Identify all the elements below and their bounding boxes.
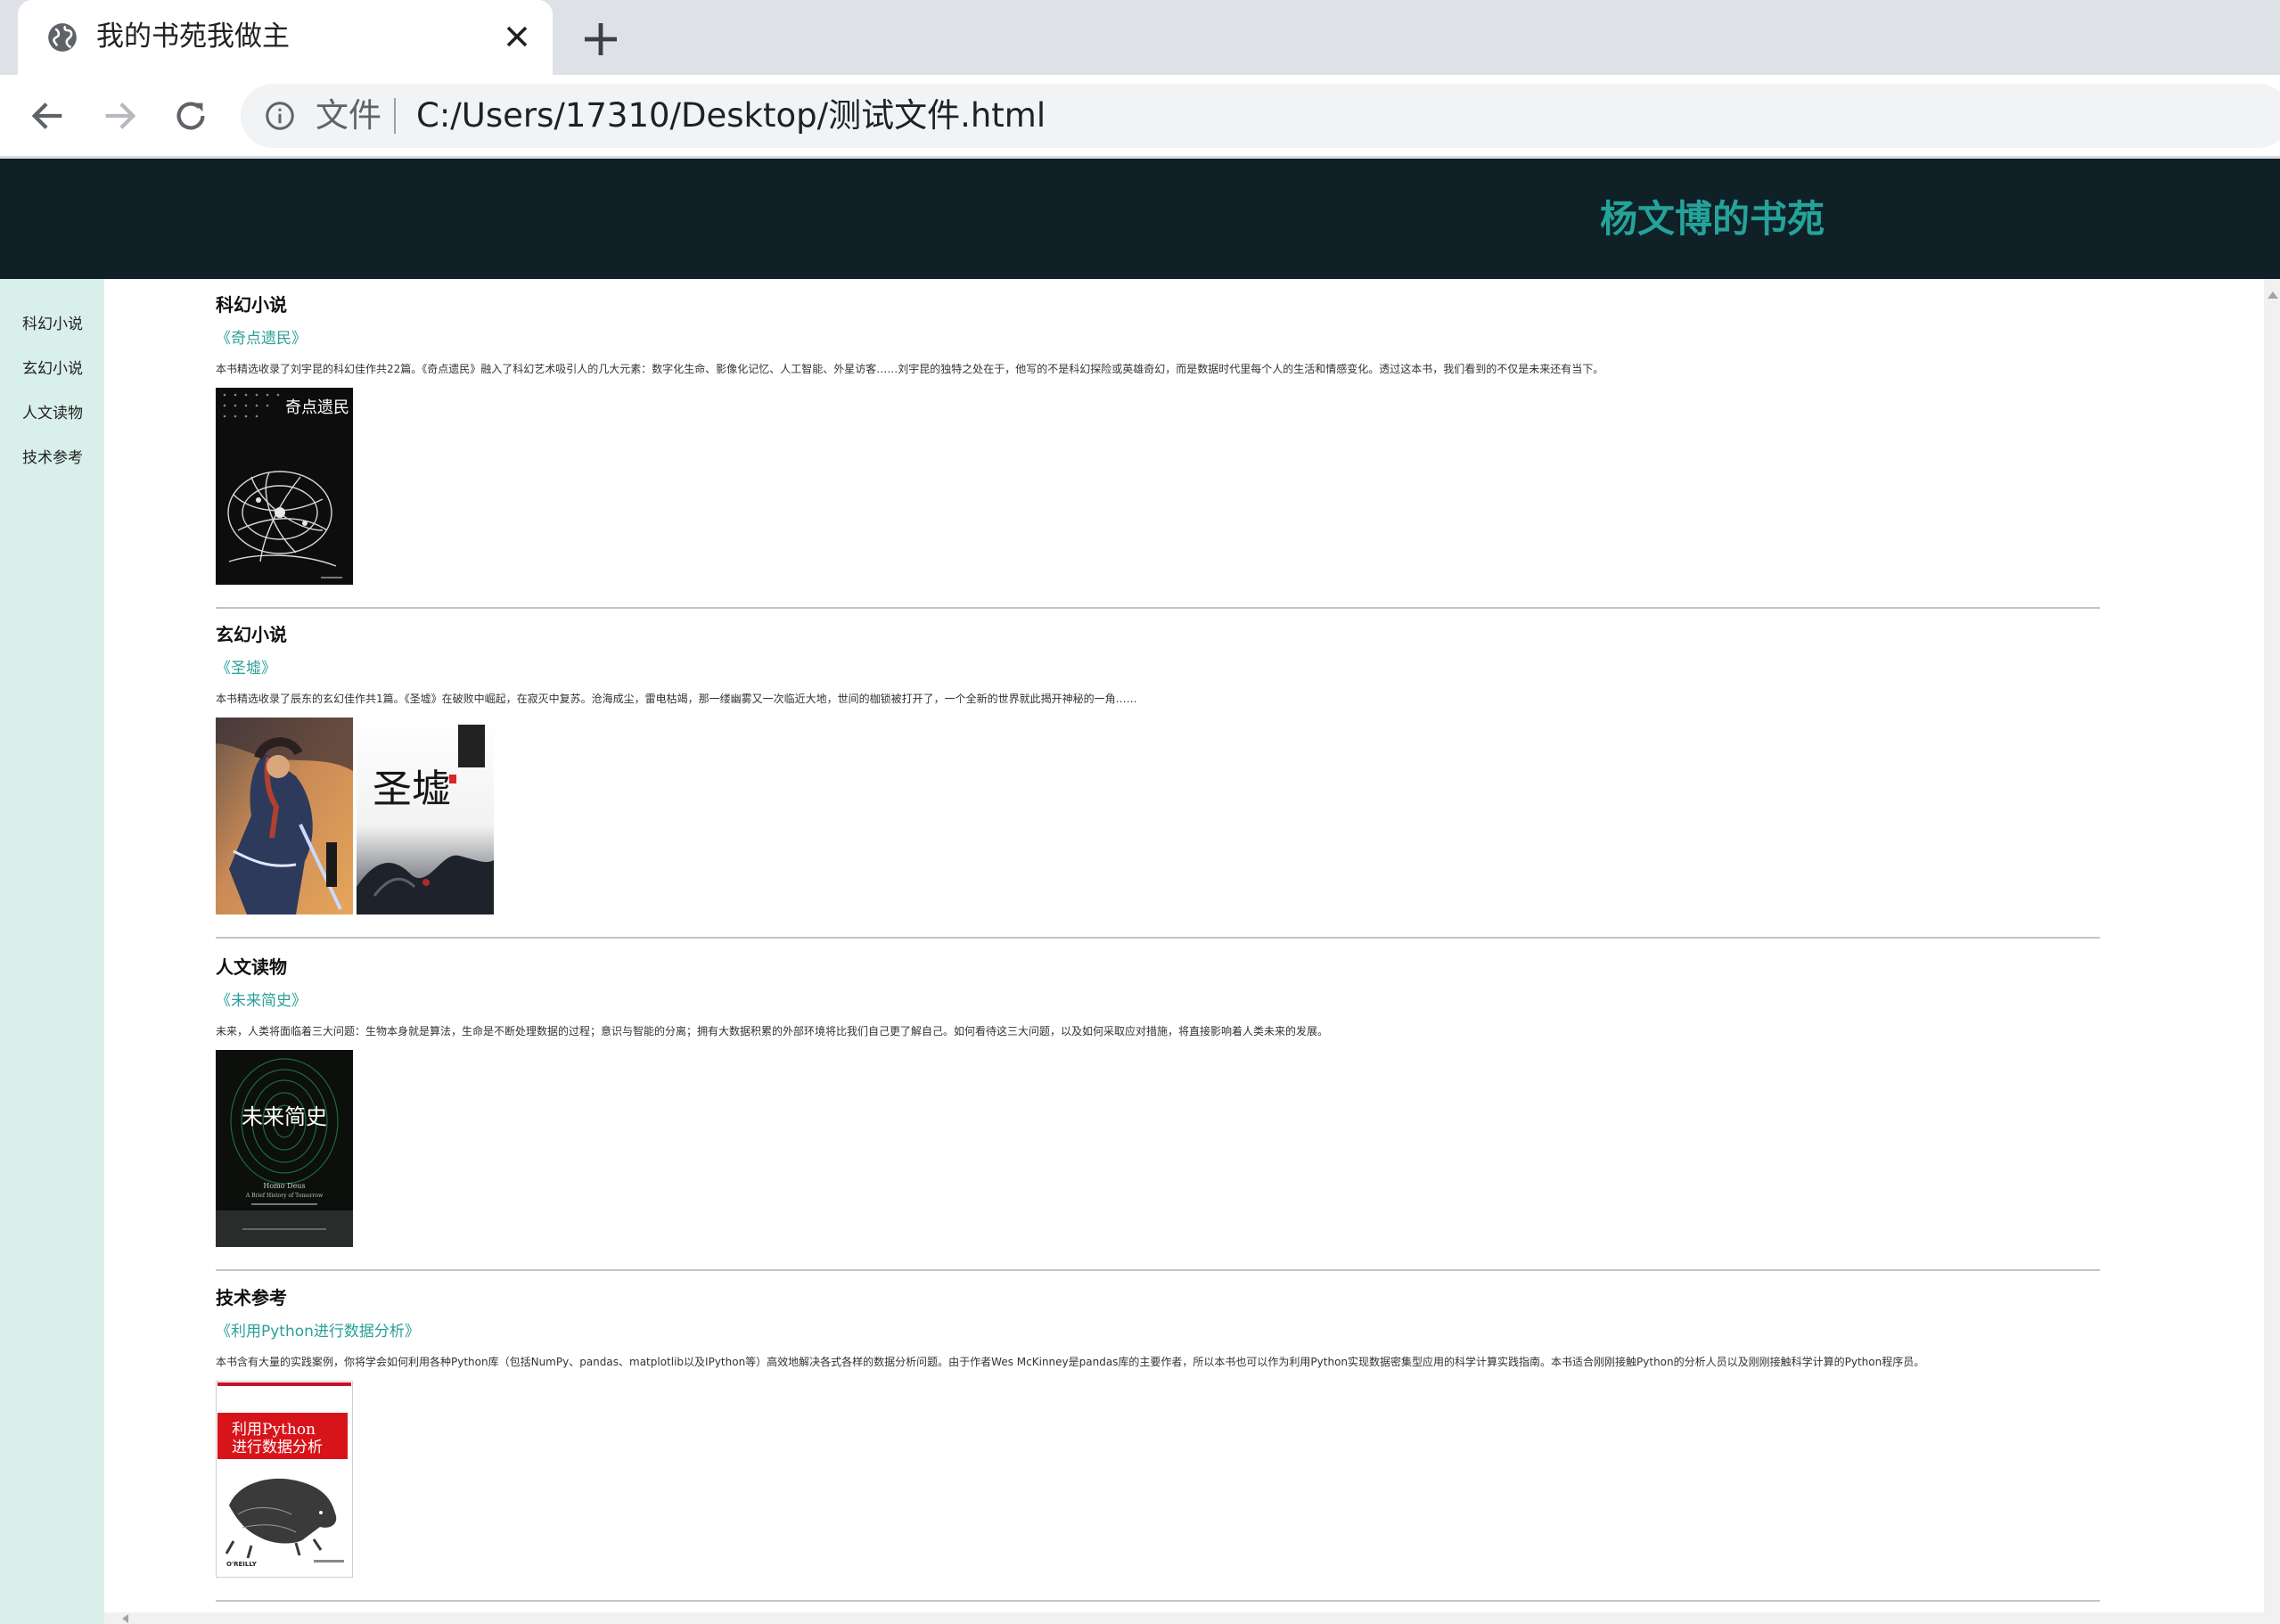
section-divider — [216, 1269, 2100, 1271]
vertical-scrollbar[interactable] — [2264, 279, 2280, 1612]
browser-tab[interactable]: 我的书苑我做主 — [18, 0, 553, 75]
address-bar[interactable]: 文件 C:/Users/17310/Desktop/测试文件.html — [241, 84, 2280, 148]
cover-title-text: 圣墟 — [373, 767, 451, 812]
section-divider — [216, 1600, 2100, 1602]
cover-title-line-1: 利用Python — [232, 1421, 316, 1439]
tab-title: 我的书苑我做主 — [96, 21, 290, 53]
book-cover-image[interactable]: 奇点遗民 — [216, 388, 353, 585]
scheme-label: 文件 — [316, 96, 381, 135]
section-title: 人文读物 — [216, 956, 287, 978]
reload-icon[interactable] — [170, 95, 211, 136]
cover-title-text: 未来简史 — [242, 1104, 327, 1129]
book-cover-image[interactable] — [216, 718, 353, 915]
book-link[interactable]: 《圣墟》 — [216, 658, 276, 679]
horizontal-scrollbar[interactable] — [104, 1612, 2280, 1624]
scroll-left-arrow-icon[interactable] — [122, 1614, 128, 1623]
book-description: 本书精选收录了辰东的玄幻佳作共1篇。《圣墟》在破败中崛起，在寂灭中复苏。沧海成尘… — [216, 693, 1137, 705]
cover-title-line-2: 进行数据分析 — [232, 1439, 323, 1456]
new-tab-icon[interactable] — [579, 18, 622, 61]
section-title: 技术参考 — [216, 1287, 287, 1308]
sidebar-item-humanities[interactable]: 人文读物 — [22, 403, 83, 424]
book-description: 未来，人类将面临着三大问题：生物本身就是算法，生命是不断处理数据的过程；意识与智… — [216, 1025, 1329, 1038]
close-icon[interactable] — [499, 19, 535, 54]
section-divider — [216, 937, 2100, 939]
book-description: 本书精选收录了刘宇昆的科幻佳作共22篇。《奇点遗民》融入了科幻艺术吸引人的几大元… — [216, 363, 1604, 375]
book-link[interactable]: 《未来简史》 — [216, 990, 307, 1012]
omnibox-divider — [394, 98, 396, 134]
url-text[interactable]: C:/Users/17310/Desktop/测试文件.html — [416, 94, 1046, 137]
browser-toolbar: 文件 C:/Users/17310/Desktop/测试文件.html — [0, 75, 2280, 157]
book-cover-image[interactable]: 圣墟 — [357, 718, 494, 915]
book-link[interactable]: 《奇点遗民》 — [216, 328, 307, 349]
back-arrow-icon[interactable] — [28, 95, 69, 136]
cover-title-text: 利用Python 进行数据分析 — [232, 1421, 323, 1456]
sidebar-item-tech[interactable]: 技术参考 — [22, 447, 83, 469]
cover-title-text: 奇点遗民 — [285, 398, 349, 417]
section-title: 玄幻小说 — [216, 624, 287, 645]
sidebar-item-fantasy[interactable]: 玄幻小说 — [22, 358, 83, 380]
section-divider — [216, 607, 2100, 609]
sidebar-item-scifi[interactable]: 科幻小说 — [22, 314, 83, 335]
globe-icon — [48, 23, 77, 52]
book-link[interactable]: 《利用Python进行数据分析》 — [216, 1321, 420, 1342]
info-icon[interactable] — [264, 100, 296, 132]
site-header: 杨文博的书苑 — [0, 159, 2280, 279]
site-title: 杨文博的书苑 — [1600, 197, 1825, 241]
scroll-up-arrow-icon[interactable] — [2268, 291, 2278, 299]
section-title: 科幻小说 — [216, 294, 287, 316]
forward-arrow-icon[interactable] — [99, 95, 140, 136]
browser-tab-strip: 我的书苑我做主 — [0, 0, 2280, 75]
book-cover-image[interactable]: 利用Python 进行数据分析 O'REILLY — [216, 1381, 353, 1578]
cover-tagline-text: A Brief History of Tomorrow — [245, 1193, 324, 1199]
cover-publisher-text: O'REILLY — [226, 1561, 258, 1568]
book-description: 本书含有大量的实践案例，你将学会如何利用各种Python库（包括NumPy、pa… — [216, 1356, 1925, 1368]
category-sidebar: 科幻小说 玄幻小说 人文读物 技术参考 — [0, 279, 104, 1624]
book-cover-image[interactable]: 未来简史 Homo Deus A Brief History of Tomorr… — [216, 1050, 353, 1247]
cover-subtitle-text: Homo Deus — [263, 1182, 305, 1190]
